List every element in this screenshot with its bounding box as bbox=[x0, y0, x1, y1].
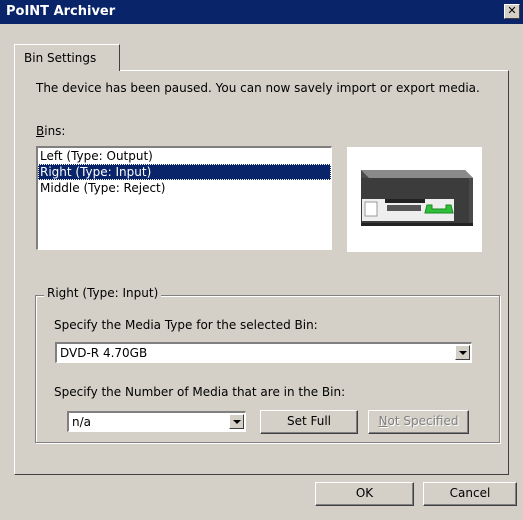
bins-label-rest: ins: bbox=[44, 124, 66, 138]
media-count-label: Specify the Number of Media that are in … bbox=[54, 385, 346, 399]
bins-label-mnemonic: B bbox=[36, 124, 45, 138]
bin-item-left[interactable]: Left (Type: Output) bbox=[38, 148, 331, 164]
media-count-value: n/a bbox=[72, 415, 92, 429]
title-bar[interactable]: PoINT Archiver ✕ bbox=[0, 0, 523, 24]
close-button[interactable]: ✕ bbox=[504, 4, 520, 19]
media-type-value: DVD-R 4.70GB bbox=[60, 346, 148, 360]
tab-bin-settings[interactable]: Bin Settings bbox=[14, 44, 120, 71]
window-title: PoINT Archiver bbox=[6, 4, 116, 19]
bin-item-right[interactable]: Right (Type: Input) bbox=[38, 164, 331, 180]
not-specified-mnemonic: N bbox=[378, 414, 388, 428]
chevron-down-icon[interactable] bbox=[229, 414, 244, 429]
set-full-button[interactable]: Set Full bbox=[260, 410, 358, 434]
chevron-down-icon[interactable] bbox=[455, 345, 470, 360]
tab-label: Bin Settings bbox=[24, 51, 97, 65]
ok-button[interactable]: OK bbox=[315, 482, 414, 506]
bins-label: Bins: bbox=[36, 124, 65, 138]
pause-message: The device has been paused. You can now … bbox=[36, 81, 480, 95]
group-title: Right (Type: Input) bbox=[44, 286, 162, 300]
bins-listbox[interactable]: Left (Type: Output) Right (Type: Input) … bbox=[36, 146, 332, 250]
media-count-select[interactable]: n/a bbox=[67, 411, 246, 432]
cancel-button[interactable]: Cancel bbox=[423, 482, 517, 506]
bin-item-middle[interactable]: Middle (Type: Reject) bbox=[38, 180, 331, 196]
media-type-select[interactable]: DVD-R 4.70GB bbox=[55, 342, 472, 363]
not-specified-button[interactable]: Not Specified bbox=[368, 410, 469, 434]
disc-device-icon bbox=[361, 170, 473, 226]
media-type-label: Specify the Media Type for the selected … bbox=[54, 318, 318, 332]
device-image bbox=[347, 147, 482, 252]
not-specified-rest: ot Specified bbox=[387, 414, 459, 428]
close-icon: ✕ bbox=[507, 4, 517, 17]
